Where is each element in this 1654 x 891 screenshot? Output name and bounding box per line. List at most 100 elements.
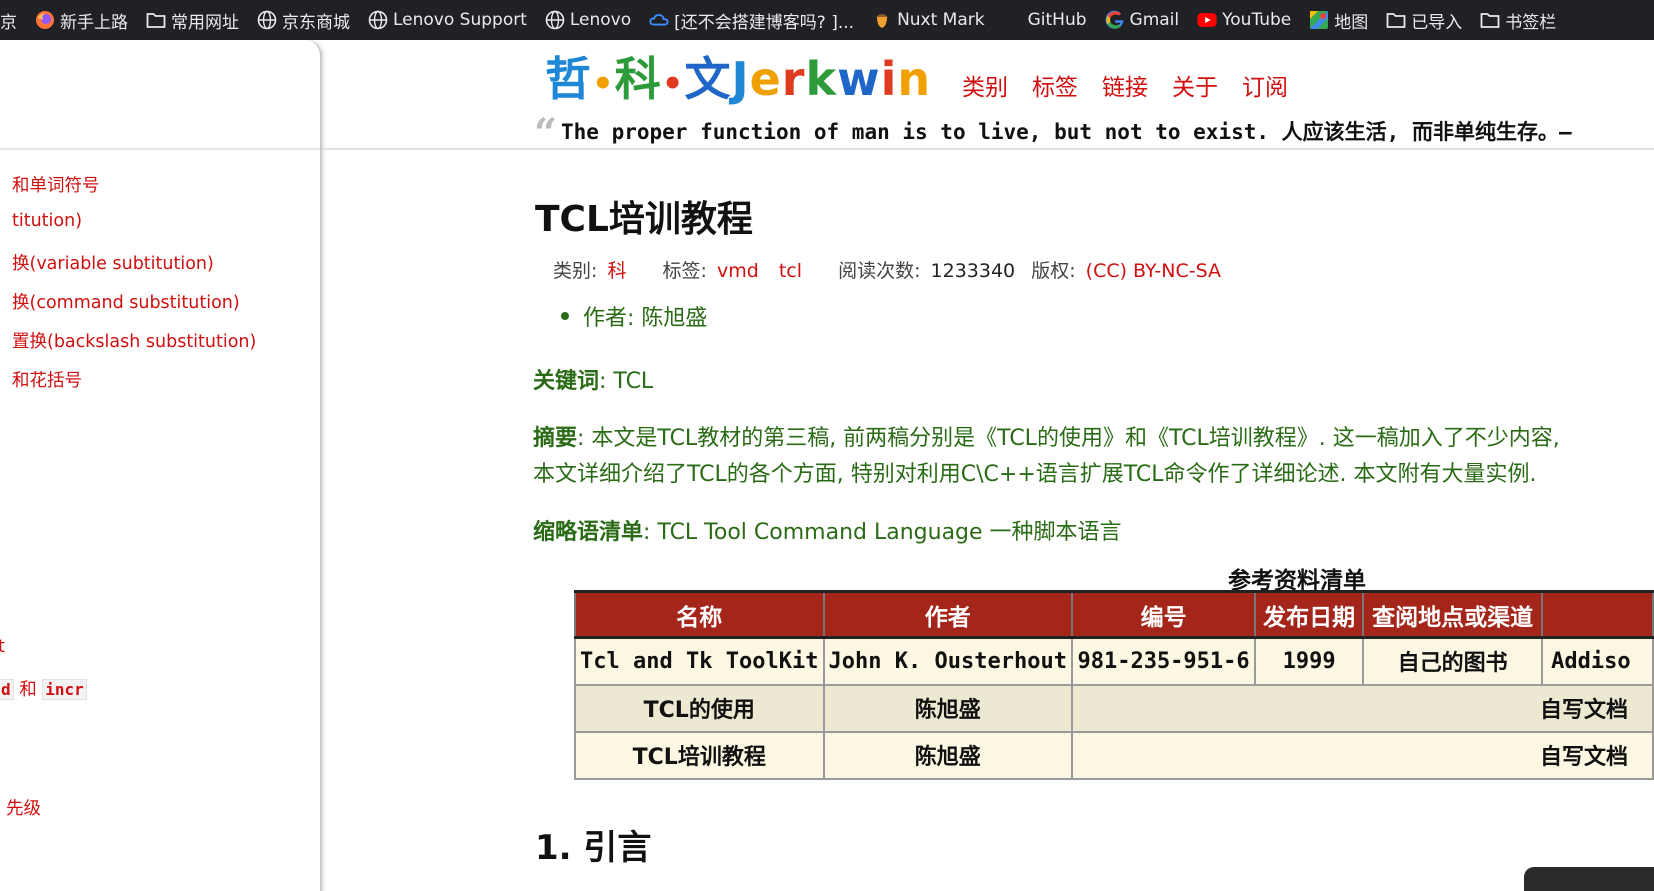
bookmark-youtube[interactable]: YouTube bbox=[1188, 0, 1300, 40]
meta-tag-link[interactable]: vmd bbox=[717, 260, 759, 282]
toc-item[interactable]: 先级 bbox=[6, 795, 41, 820]
table-cell: 981-235-951-6 bbox=[1070, 636, 1257, 686]
author-text: 作者: 陈旭盛 bbox=[583, 306, 708, 331]
keywords-paragraph: 关键词: TCL bbox=[533, 364, 653, 400]
site-nav: 类别 标签 链接 关于 订阅 bbox=[962, 68, 1288, 102]
toc-item[interactable]: titution) bbox=[12, 211, 82, 231]
toc-code: d bbox=[0, 679, 14, 700]
bookmark-label: [还不会搭建博客吗? ]... bbox=[674, 12, 855, 33]
bookmark-lenovo-support[interactable]: Lenovo Support bbox=[359, 0, 536, 40]
table-row: Tcl and Tk ToolKit John K. Ousterhout 98… bbox=[574, 636, 1654, 686]
toc-item[interactable]: t bbox=[0, 637, 5, 657]
col-header: 查阅地点或渠道 bbox=[1362, 590, 1544, 639]
article-author: 作者: 陈旭盛 bbox=[560, 300, 708, 332]
github-icon bbox=[1003, 10, 1023, 30]
toc-code: incr bbox=[42, 679, 87, 700]
keywords-text: : TCL bbox=[599, 369, 654, 394]
globe-icon bbox=[545, 10, 565, 30]
logo-char: r bbox=[781, 52, 806, 106]
table-cell: 陈旭盛 bbox=[822, 730, 1073, 780]
table-cell: 自写文档 bbox=[1071, 730, 1654, 780]
logo-char: 科 bbox=[614, 52, 662, 106]
site-logo[interactable]: 哲•科•文Jerkwin bbox=[545, 51, 931, 112]
abstract-line1: : 本文是TCL教材的第三稿, 前两稿分别是《TCL的使用》和《TCL培训教程》… bbox=[577, 426, 1560, 451]
toc-item[interactable]: 换(command substitution) bbox=[12, 289, 240, 314]
table-header-row: 名称 作者 编号 发布日期 查阅地点或渠道 bbox=[574, 590, 1654, 639]
bookmark-label: Gmail bbox=[1129, 10, 1180, 30]
bookmark-gmail[interactable]: Gmail bbox=[1096, 0, 1189, 40]
section-heading: 1. 引言 bbox=[535, 828, 652, 868]
cloud-icon bbox=[649, 10, 669, 30]
header-divider bbox=[322, 148, 1654, 150]
bookmark-label: YouTube bbox=[1222, 10, 1292, 30]
toc-item[interactable]: 和单词符号 bbox=[12, 172, 100, 197]
nav-links[interactable]: 链接 bbox=[1102, 68, 1148, 102]
bookmark-nuxt-mark[interactable]: Nuxt Mark bbox=[863, 0, 994, 40]
logo-char: e bbox=[749, 52, 782, 106]
nav-about[interactable]: 关于 bbox=[1172, 68, 1218, 102]
bookmark-label: 地图 bbox=[1334, 12, 1369, 33]
logo-dot: • bbox=[592, 64, 615, 104]
toc-item[interactable]: 换(variable subtitution) bbox=[12, 250, 214, 275]
bookmark-label: 常用网址 bbox=[171, 12, 239, 33]
bookmark-blog[interactable]: [还不会搭建博客吗? ]... bbox=[640, 0, 863, 40]
table-cell: 自写文档 bbox=[1071, 683, 1654, 733]
bookmark-jd[interactable]: 京东商城 bbox=[248, 0, 359, 40]
bookmark-partial[interactable]: 京 bbox=[0, 0, 26, 40]
logo-char: 哲 bbox=[545, 52, 592, 106]
toc-item[interactable]: d 和 incr bbox=[0, 676, 87, 701]
toc-item[interactable]: 和花括号 bbox=[12, 367, 82, 392]
col-header: 发布日期 bbox=[1254, 590, 1365, 639]
nav-subscribe[interactable]: 订阅 bbox=[1242, 68, 1288, 102]
bookmark-label: Lenovo Support bbox=[393, 10, 527, 30]
firefox-icon bbox=[35, 10, 55, 30]
folder-icon bbox=[1386, 10, 1406, 30]
col-header: 作者 bbox=[822, 590, 1073, 639]
abstract-paragraph: 摘要: 本文是TCL教材的第三稿, 前两稿分别是《TCL的使用》和《TCL培训教… bbox=[533, 421, 1560, 493]
meta-tag-link[interactable]: tcl bbox=[779, 260, 802, 282]
bookmark-label: 已导入 bbox=[1411, 12, 1463, 33]
abbr-paragraph: 缩略语清单: TCL Tool Command Language 一种脚本语言 bbox=[533, 515, 1122, 551]
references-table: 名称 作者 编号 发布日期 查阅地点或渠道 Tcl and Tk ToolKit… bbox=[574, 590, 1654, 780]
keywords-label: 关键词 bbox=[533, 369, 600, 394]
table-cell: 1999 bbox=[1254, 636, 1365, 686]
table-cell: John K. Ousterhout bbox=[822, 636, 1073, 686]
table-row: TCL培训教程 陈旭盛 自写文档 bbox=[574, 730, 1654, 780]
bookmarks-bar: 京 新手上路 常用网址 京东商城 Lenovo Support Lenovo [… bbox=[0, 0, 1654, 40]
meta-tags-label: 标签: bbox=[662, 260, 707, 282]
bookmark-github[interactable]: GitHub bbox=[994, 0, 1096, 40]
article-meta: 类别: 科 标签: vmd tcl 阅读次数: 1233340 版权: (CC)… bbox=[553, 256, 1225, 283]
meta-category-link[interactable]: 科 bbox=[607, 260, 626, 282]
bookmark-label: GitHub bbox=[1027, 10, 1087, 30]
bookmark-label: Lenovo bbox=[569, 10, 632, 30]
col-header bbox=[1541, 590, 1654, 639]
bookmark-newbie[interactable]: 新手上路 bbox=[26, 0, 137, 40]
bookmark-bar-folder[interactable]: 书签栏 bbox=[1471, 0, 1565, 40]
logo-char: w bbox=[837, 52, 881, 106]
nav-category[interactable]: 类别 bbox=[962, 68, 1008, 102]
logo-char: n bbox=[897, 52, 932, 106]
bookmark-imported[interactable]: 已导入 bbox=[1377, 0, 1471, 40]
col-header: 名称 bbox=[574, 590, 825, 639]
bookmark-label: 京东商城 bbox=[282, 12, 350, 33]
nav-tags[interactable]: 标签 bbox=[1032, 68, 1078, 102]
bookmark-maps[interactable]: 地图 bbox=[1300, 0, 1377, 40]
toc-item[interactable]: 置换(backslash substitution) bbox=[12, 328, 256, 353]
abbr-text: : TCL Tool Command Language 一种脚本语言 bbox=[643, 520, 1122, 545]
bookmark-common-sites[interactable]: 常用网址 bbox=[137, 0, 248, 40]
quote-text: The proper function of man is to live, b… bbox=[561, 120, 1572, 144]
table-cell: TCL的使用 bbox=[574, 683, 825, 733]
floating-widget[interactable] bbox=[1524, 867, 1654, 891]
meta-category-label: 类别: bbox=[553, 260, 598, 282]
acorn-icon bbox=[872, 10, 892, 30]
meta-license-link[interactable]: (CC) BY-NC-SA bbox=[1086, 260, 1221, 282]
abstract-line2: 本文详细介绍了TCL的各个方面, 特别对利用C\C++语言扩展TCL命令作了详细… bbox=[533, 462, 1537, 487]
toc-sidebar bbox=[0, 40, 322, 891]
meta-reads-count: 1233340 bbox=[930, 260, 1016, 282]
article-title: TCL培训教程 bbox=[535, 199, 753, 240]
abbr-label: 缩略语清单 bbox=[533, 520, 644, 545]
globe-icon bbox=[368, 10, 388, 30]
bookmark-lenovo[interactable]: Lenovo bbox=[536, 0, 640, 40]
table-cell: Tcl and Tk ToolKit bbox=[574, 636, 825, 686]
bookmark-label: 京 bbox=[0, 12, 17, 33]
